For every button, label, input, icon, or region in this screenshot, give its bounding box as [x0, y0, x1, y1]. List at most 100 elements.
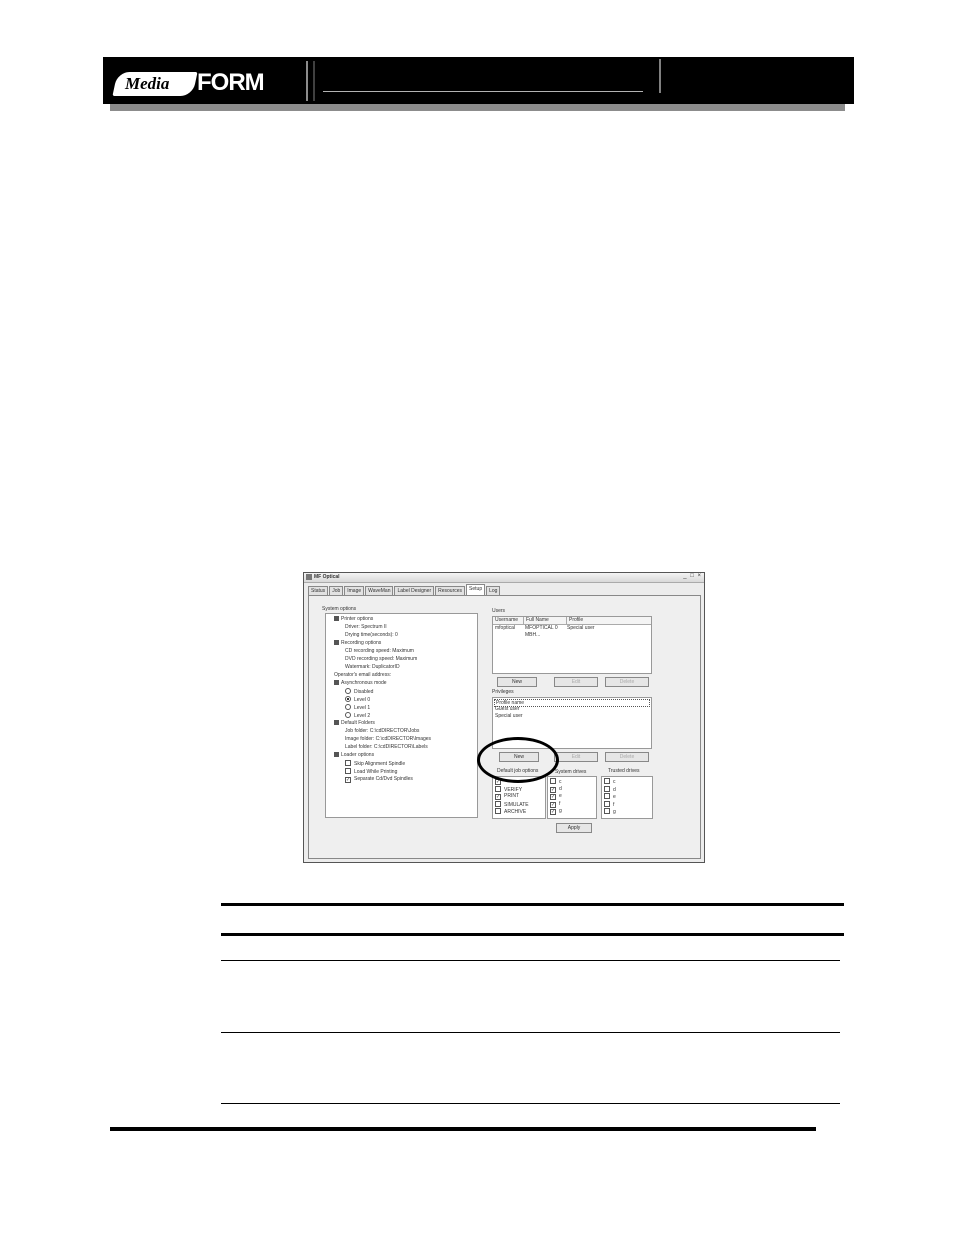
cell-fullname: MFOPTICAL 0 MBH...	[525, 625, 558, 638]
tab-status[interactable]: Status	[308, 586, 329, 595]
checkbox[interactable]	[345, 760, 351, 766]
tree-item-label: Disabled	[354, 689, 374, 695]
trusted-drives-list[interactable]: cdefg	[601, 776, 653, 819]
list-item[interactable]: ✓ e	[550, 793, 562, 800]
checkbox[interactable]: ✓	[550, 786, 556, 793]
tree-item-label: Separate Cd/Dvd Spindles	[354, 776, 413, 782]
tab-label-designer[interactable]: Label Designer	[394, 586, 435, 595]
cell-profile: Special user	[567, 625, 595, 631]
list-item[interactable]: ✓ g	[550, 808, 562, 815]
tree-item[interactable]: Default Folders	[334, 720, 375, 726]
window-controls[interactable]: _ □ ×	[683, 573, 702, 579]
checkbox[interactable]	[604, 793, 610, 799]
table-row-rule	[221, 1032, 840, 1033]
highlight-circle	[477, 737, 559, 783]
tree-item[interactable]: Label folder: C:\cdDIRECTOR\Labels	[345, 744, 428, 750]
tree-item[interactable]: Level 1	[345, 704, 370, 711]
tree-item[interactable]: Image folder: C:\cdDIRECTOR\Images	[345, 736, 431, 742]
list-item[interactable]: ✓ d	[550, 786, 562, 793]
checkbox-label: VERIFY	[504, 786, 523, 793]
checkbox[interactable]: ✓	[495, 794, 501, 800]
system-options-tree[interactable]: Printer options Driver: Spectrum II Drying…	[325, 613, 478, 818]
tab-resources[interactable]: Resources	[435, 586, 466, 595]
checkbox[interactable]: ✓	[550, 801, 556, 808]
checkbox[interactable]	[495, 785, 501, 792]
footer-rule	[110, 1127, 816, 1131]
checkbox-label: f	[559, 800, 561, 807]
checkbox-label: g	[613, 809, 616, 815]
checkbox[interactable]	[345, 768, 351, 774]
list-item[interactable]: ✓ f	[550, 801, 560, 808]
folder-icon	[334, 680, 339, 685]
tab-bar: Status Job Image WaveMan Label Designer Resou…	[308, 584, 501, 595]
list-item[interactable]: ✓ PRINT	[495, 793, 519, 800]
logo-media-badge: Media	[112, 72, 198, 96]
table-row[interactable]: mfoptical MFOPTICAL 0 MBH... Special use…	[493, 625, 637, 638]
checkbox[interactable]	[495, 808, 501, 814]
tree-item[interactable]: Operator's email address:	[334, 672, 391, 678]
checkbox[interactable]: ✓	[345, 777, 351, 783]
tree-item[interactable]: Level 0	[345, 696, 370, 703]
checkbox[interactable]: ✓	[550, 809, 556, 815]
users-grid-header: Username Full Name Profile	[493, 617, 651, 625]
tree-item-label: Label folder: C:\cdDIRECTOR\Labels	[345, 744, 428, 750]
privileges-delete-button[interactable]: Delete	[605, 752, 649, 762]
checkbox[interactable]	[550, 778, 556, 784]
tree-item[interactable]: Drying time(seconds): 0	[345, 632, 398, 638]
tree-item[interactable]: Driver: Spectrum II	[345, 624, 387, 630]
tab-log[interactable]: Log	[486, 586, 501, 595]
radio-button[interactable]	[345, 696, 351, 702]
users-edit-button[interactable]: Edit	[554, 677, 598, 687]
tab-image[interactable]: Image	[344, 586, 365, 595]
list-item[interactable]: Guest user	[495, 706, 519, 712]
tree-item-label: Recording options	[341, 640, 382, 646]
tree-item-label: CD recording speed: Maximum	[345, 648, 414, 654]
tab-waveman[interactable]: WaveMan	[365, 586, 394, 595]
tree-item[interactable]: Printer options	[334, 616, 373, 622]
tree-item-label: Load While Printing	[354, 769, 398, 775]
tree-item[interactable]: Job folder: C:\cdDIRECTOR\Jobs	[345, 728, 419, 734]
table-row-rule	[221, 960, 840, 961]
logo-media-text: Media	[125, 74, 170, 93]
tree-item[interactable]: ✓ Separate Cd/Dvd Spindles	[345, 776, 413, 783]
banner-divider	[313, 61, 315, 101]
cell-username: mfoptical	[495, 625, 516, 631]
users-delete-button[interactable]: Delete	[605, 677, 649, 687]
radio-button[interactable]	[345, 712, 351, 718]
users-label: Users	[492, 608, 506, 614]
list-item[interactable]: g	[604, 808, 616, 816]
users-new-button[interactable]: New	[497, 677, 537, 687]
tree-item[interactable]: Asynchronous mode	[334, 680, 387, 686]
checkbox[interactable]: ✓	[550, 794, 556, 800]
tree-item-label: Printer options	[341, 616, 374, 622]
tree-item[interactable]: CD recording speed: Maximum	[345, 648, 414, 654]
radio-button[interactable]	[345, 688, 351, 694]
tree-item[interactable]: DVD recording speed: Maximum	[345, 656, 417, 662]
radio-button[interactable]	[345, 704, 351, 710]
tree-item[interactable]: Watermark: DuplicatorID	[345, 664, 400, 670]
checkbox[interactable]	[495, 800, 501, 807]
tree-item[interactable]: Disabled	[345, 688, 373, 695]
table-top-rule	[221, 903, 844, 906]
checkbox[interactable]	[604, 785, 610, 792]
users-grid[interactable]: Username Full Name Profile mfoptical MFO…	[492, 616, 652, 674]
folder-icon	[334, 752, 339, 757]
tree-item[interactable]: Load While Printing	[345, 768, 397, 775]
checkbox[interactable]	[604, 808, 610, 814]
system-options-label: System options	[322, 606, 357, 612]
apply-button[interactable]: Apply	[556, 823, 592, 833]
tree-item[interactable]: Loader options	[334, 752, 374, 758]
tree-item[interactable]: Recording options	[334, 640, 381, 646]
list-item[interactable]: ARCHIVE	[495, 808, 526, 816]
tab-setup[interactable]: Setup	[466, 584, 486, 595]
tree-item-label: Drying time(seconds): 0	[345, 632, 398, 638]
tab-job[interactable]: Job	[329, 586, 344, 595]
system-drives-list[interactable]: c ✓ d ✓ e ✓ f ✓ g	[547, 776, 597, 819]
checkbox[interactable]	[604, 800, 610, 807]
tree-item[interactable]: Level 2	[345, 712, 370, 719]
banner-divider	[306, 61, 308, 101]
checkbox[interactable]	[604, 778, 610, 784]
privileges-edit-button[interactable]: Edit	[554, 752, 598, 762]
tree-item[interactable]: Skip Alignment Spindle	[345, 760, 405, 767]
list-item[interactable]: Special user	[495, 713, 523, 719]
